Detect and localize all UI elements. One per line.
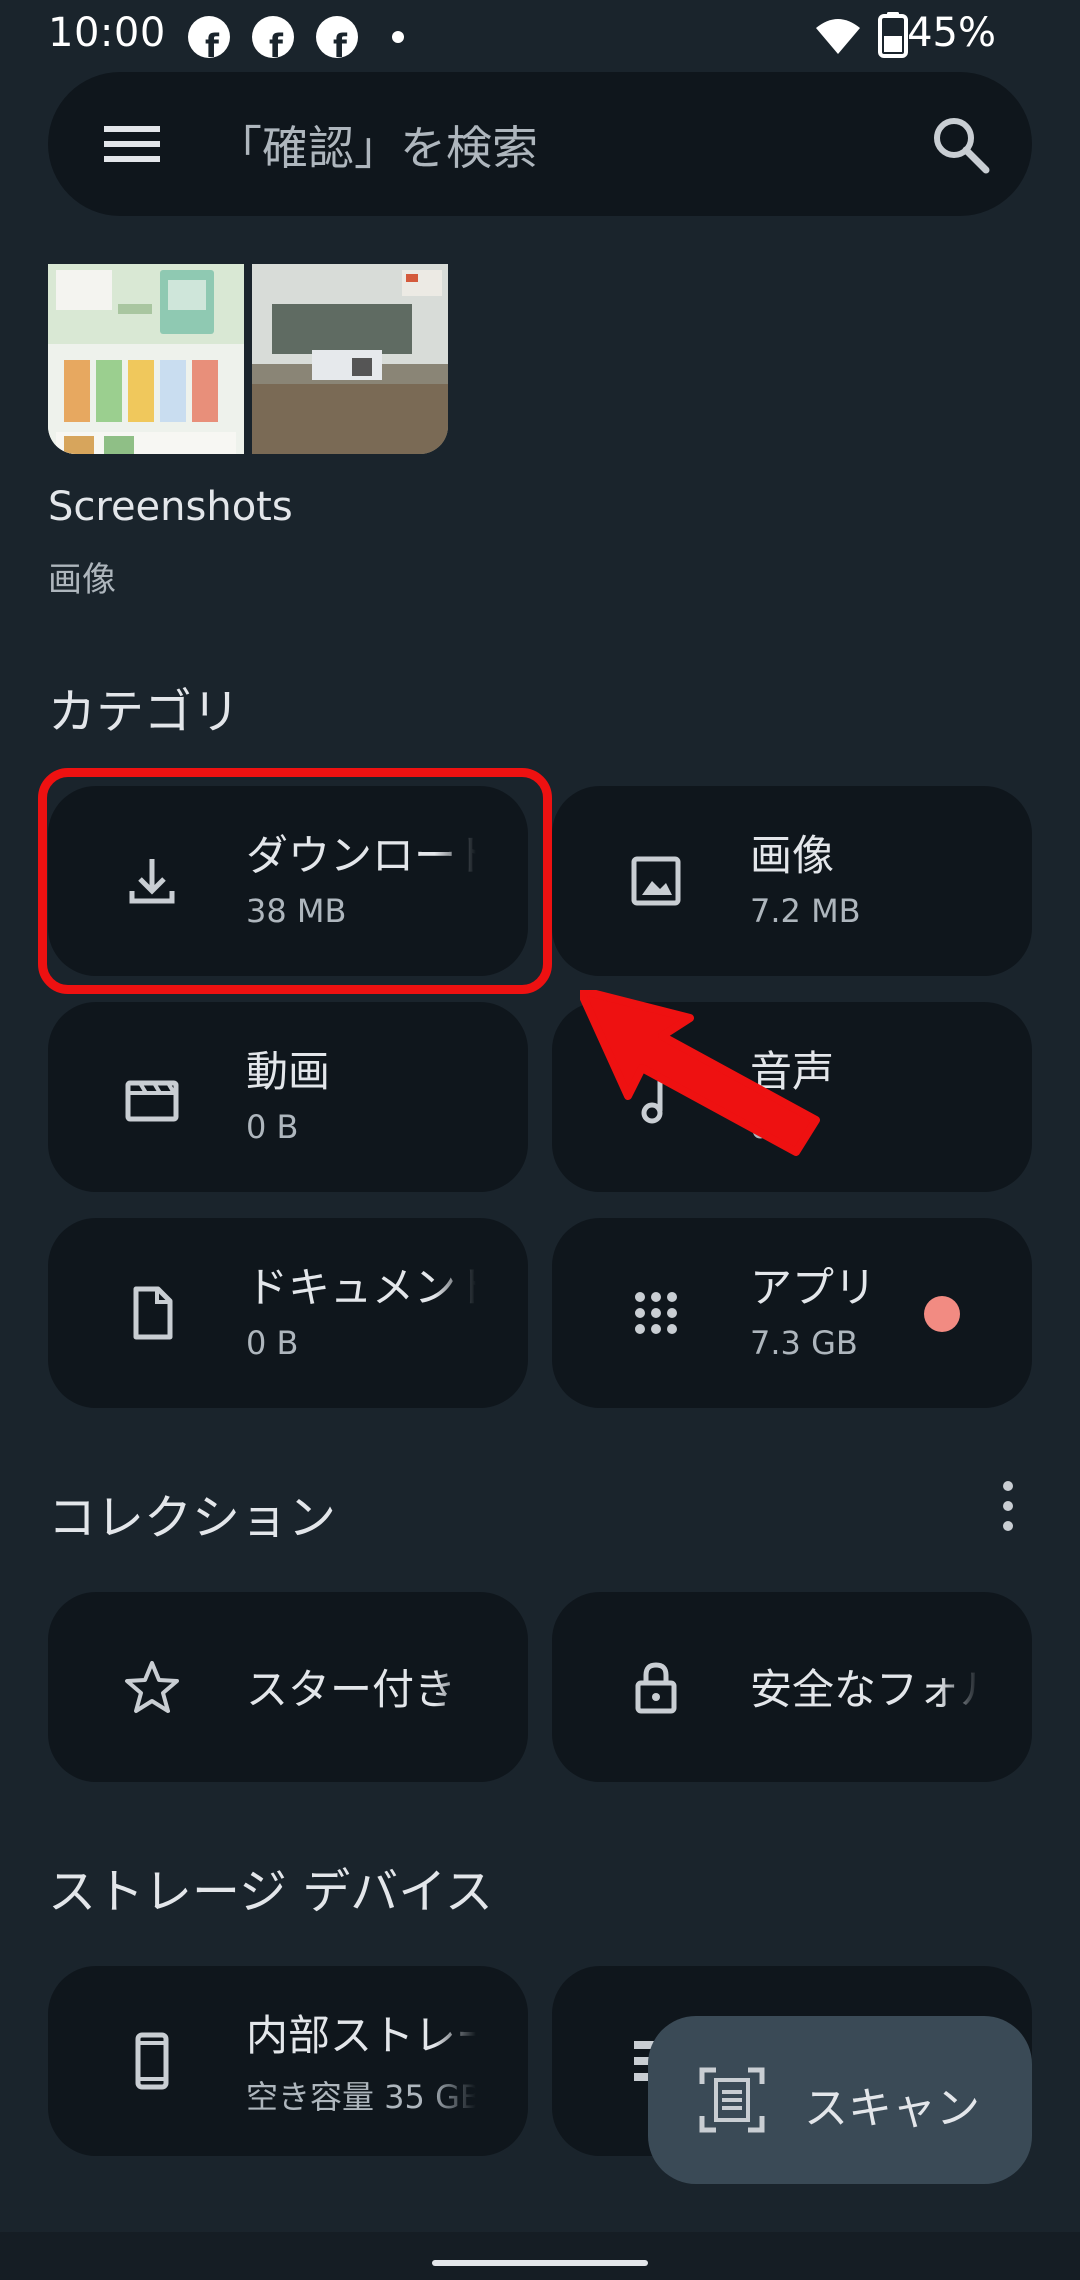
status-time: 10:00 (48, 10, 166, 56)
search-input[interactable]: 「確認」を検索 (216, 112, 538, 178)
album-subtitle: 画像 (48, 560, 116, 600)
download-icon (129, 859, 175, 904)
category-label: 音声 (750, 1047, 835, 1096)
scan-label: スキャン (804, 2083, 980, 2134)
category-label: 動画 (246, 1047, 331, 1096)
apps-grid-icon (635, 1292, 677, 1334)
collection-safe-folder[interactable]: 安全なフォルダ (552, 1592, 1032, 1782)
notification-badge (924, 1296, 960, 1332)
category-size: 38 MB (246, 892, 347, 930)
category-size: 0 B (246, 1324, 299, 1362)
collections-heading: コレクション (48, 1490, 337, 1546)
document-icon (133, 1286, 173, 1340)
hamburger-menu-icon[interactable] (104, 120, 160, 168)
category-apps[interactable]: アプリ 7.3 GB (552, 1218, 1032, 1408)
storage-free-space: 空き容量 35 GB (246, 2078, 476, 2116)
navigation-bar (0, 2232, 1080, 2280)
video-icon (125, 1080, 179, 1122)
categories-heading: カテゴリ (48, 684, 241, 740)
wifi-icon (816, 19, 860, 54)
category-downloads[interactable]: ダウンロード 38 MB (48, 786, 528, 976)
music-note-icon (641, 1074, 672, 1124)
scan-document-icon (699, 2067, 765, 2133)
album-title[interactable]: Screenshots (48, 484, 293, 530)
screenshot-thumbnail[interactable] (252, 264, 448, 454)
collection-label: 安全なフォルダ (750, 1665, 980, 1714)
search-bar[interactable]: 「確認」を検索 (48, 72, 1032, 216)
battery-percent: 45% (907, 10, 996, 56)
category-videos[interactable]: 動画 0 B (48, 1002, 528, 1192)
facebook-icon: f (188, 16, 230, 58)
lock-icon (635, 1662, 677, 1714)
status-bar: 10:00 f f f 45% (0, 0, 1080, 72)
category-label: アプリ (750, 1263, 877, 1312)
storage-internal[interactable]: 内部ストレージ 空き容量 35 GB (48, 1966, 528, 2156)
scan-button[interactable]: スキャン (648, 2016, 1032, 2184)
storage-heading: ストレージ デバイス (48, 1864, 493, 1920)
star-icon (125, 1661, 179, 1713)
collection-label: スター付き (246, 1665, 457, 1714)
image-icon (631, 856, 681, 906)
category-size: 7.2 MB (750, 892, 861, 930)
search-icon[interactable] (928, 112, 992, 176)
phone-icon (135, 2032, 169, 2090)
category-label: 画像 (750, 831, 835, 880)
dot-icon (392, 31, 404, 43)
category-label: ドキュメント (246, 1263, 476, 1312)
category-size: 0 B (246, 1108, 299, 1146)
facebook-icon: f (316, 16, 358, 58)
category-images[interactable]: 画像 7.2 MB (552, 786, 1032, 976)
screenshot-thumbnail[interactable] (48, 264, 244, 454)
thumbnail-image (48, 264, 244, 454)
category-documents[interactable]: ドキュメント 0 B (48, 1218, 528, 1408)
storage-label: 内部ストレージ (246, 2011, 476, 2060)
thumbnail-image (252, 264, 448, 454)
more-options-icon[interactable] (984, 1476, 1032, 1536)
status-notification-icons: f f f (188, 16, 404, 58)
facebook-icon: f (252, 16, 294, 58)
category-size: 0 B (750, 1108, 803, 1146)
battery-icon (878, 12, 908, 58)
collection-starred[interactable]: スター付き (48, 1592, 528, 1782)
home-gesture-handle[interactable] (432, 2260, 648, 2266)
category-label: ダウンロード (246, 831, 476, 880)
category-audio[interactable]: 音声 0 B (552, 1002, 1032, 1192)
